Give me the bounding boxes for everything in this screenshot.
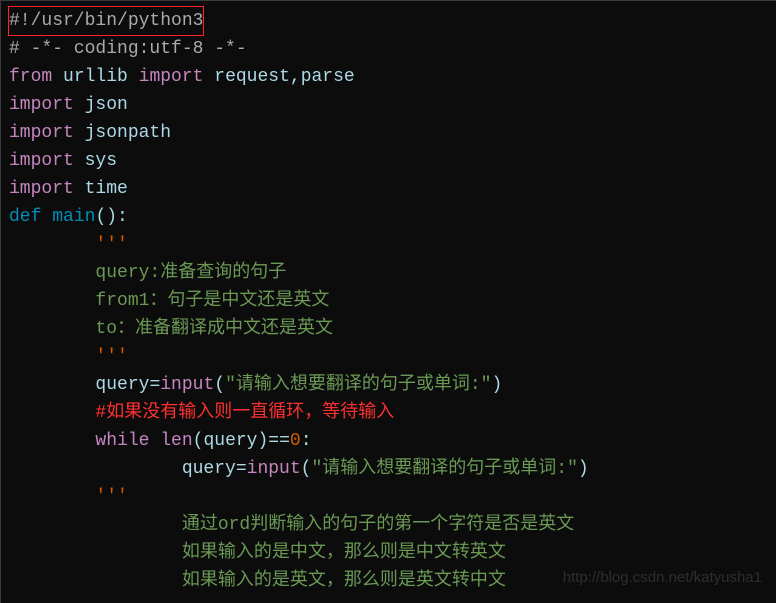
shebang-line: #!/usr/bin/python3 — [9, 11, 203, 31]
rparen: ) — [491, 375, 502, 395]
docstring-quote: ''' — [95, 235, 127, 255]
keyword-import: import — [9, 151, 74, 171]
docstring-line: 如果输入的是英文，那么则是英文转中文 — [9, 571, 506, 591]
selection-highlight: #!/usr/bin/python3 — [9, 7, 203, 35]
colon: : — [301, 431, 312, 451]
keyword-import: import — [9, 95, 74, 115]
keyword-import: import — [9, 123, 74, 143]
colon: : — [117, 207, 128, 227]
docstring-line: 通过ord判断输入的句子的第一个字符是否是英文 — [9, 515, 574, 535]
encoding-comment: # -*- coding:utf-8 -*- — [9, 39, 247, 59]
module-name: time — [85, 179, 128, 199]
module-name: urllib — [63, 67, 128, 87]
module-name: sys — [85, 151, 117, 171]
keyword-from: from — [9, 67, 52, 87]
builtin-len: len — [160, 431, 192, 451]
import-names: request,parse — [214, 67, 354, 87]
keyword-def: def — [9, 207, 41, 227]
number: 0 — [290, 431, 301, 451]
lparen: ( — [193, 431, 204, 451]
docstring-line: 如果输入的是中文，那么则是中文转英文 — [9, 543, 506, 563]
docstring-quote: ''' — [95, 347, 127, 367]
module-name: json — [85, 95, 128, 115]
builtin-input: input — [247, 459, 301, 479]
equals: = — [236, 459, 247, 479]
module-name: jsonpath — [85, 123, 171, 143]
docstring-line: from1：句子是中文还是英文 — [9, 291, 329, 311]
docstring-line: query:准备查询的句子 — [9, 263, 286, 283]
lparen: ( — [214, 375, 225, 395]
keyword-import: import — [139, 67, 204, 87]
string-literal: "请输入想要翻译的句子或单词:" — [225, 375, 491, 395]
string-literal: "请输入想要翻译的句子或单词:" — [311, 459, 577, 479]
rparen: ) — [578, 459, 589, 479]
variable: query — [203, 431, 257, 451]
comment-line: #如果没有输入则一直循环，等待输入 — [95, 403, 394, 423]
variable: query — [95, 375, 149, 395]
function-name: main — [52, 207, 95, 227]
equals: = — [149, 375, 160, 395]
docstring-quote: ''' — [95, 487, 127, 507]
docstring-line: to：准备翻译成中文还是英文 — [9, 319, 333, 339]
code-viewer: #!/usr/bin/python3 # -*- coding:utf-8 -*… — [0, 0, 776, 603]
keyword-import: import — [9, 179, 74, 199]
variable: query — [182, 459, 236, 479]
builtin-input: input — [160, 375, 214, 395]
lparen: ( — [301, 459, 312, 479]
rparen: ) — [257, 431, 268, 451]
parens: () — [95, 207, 117, 227]
eqeq: == — [268, 431, 290, 451]
keyword-while: while — [95, 431, 149, 451]
